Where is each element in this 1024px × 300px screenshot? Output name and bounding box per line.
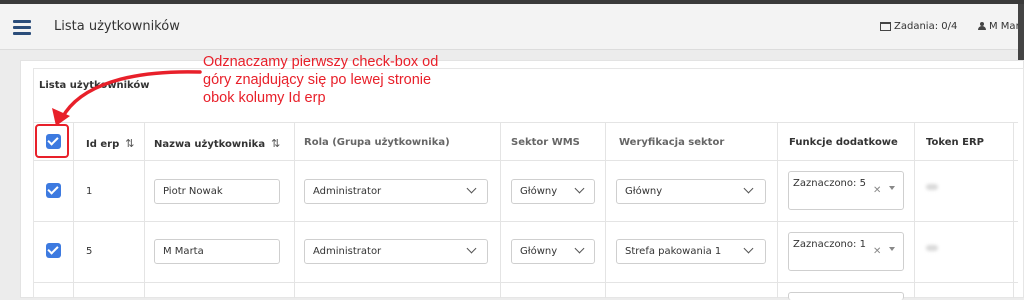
sector-select[interactable]: Główny	[511, 239, 595, 264]
tasks-indicator[interactable]: Zadania: 0/4	[880, 21, 957, 32]
role-select[interactable]: Administrator	[304, 239, 488, 264]
username-input[interactable]: Piotr Nowak	[154, 179, 280, 204]
tray-icon	[880, 21, 891, 31]
row-checkbox[interactable]	[46, 183, 61, 198]
select-all-checkbox[interactable]	[46, 134, 61, 149]
column-header-token: Token ERP	[926, 137, 984, 148]
column-divider	[294, 122, 295, 298]
column-header-sector: Sektor WMS	[511, 137, 580, 148]
functions-multiselect[interactable]: Zaznaczono: 1 ✕	[788, 232, 904, 271]
column-header-id-erp[interactable]: Id erp ⇅	[86, 137, 134, 150]
section-title: Lista użytkowników	[39, 80, 150, 91]
column-divider	[605, 122, 606, 298]
caret-down-icon	[889, 186, 895, 190]
sort-icon[interactable]: ⇅	[271, 137, 280, 150]
column-divider	[777, 122, 778, 298]
row-id: 5	[86, 246, 93, 257]
column-header-functions: Funkcje dodatkowe	[789, 137, 898, 148]
column-divider	[144, 122, 145, 298]
column-divider	[500, 122, 501, 298]
column-divider	[1013, 122, 1014, 298]
column-header-name[interactable]: Nazwa użytkownika ⇅	[154, 137, 280, 150]
sector-select[interactable]: Główny	[511, 179, 595, 204]
tasks-label: Zadania: 0/4	[894, 21, 958, 32]
caret-down-icon	[889, 247, 895, 251]
user-menu[interactable]: M Mart	[978, 21, 1024, 32]
clear-icon[interactable]: ✕	[873, 185, 881, 196]
hamburger-menu-icon[interactable]	[13, 20, 31, 35]
username-input[interactable]: M Marta	[154, 239, 280, 264]
top-bar: Lista użytkowników Zadania: 0/4 M Mart	[0, 0, 1024, 50]
column-divider	[914, 122, 915, 298]
page-title: Lista użytkowników	[54, 19, 180, 34]
functions-multiselect[interactable]: Zaznaczono: 5 ✕	[788, 171, 904, 210]
verification-select[interactable]: Strefa pakowania 1	[616, 239, 766, 264]
row-id: 1	[86, 186, 93, 197]
column-header-role: Rola (Grupa użytkownika)	[304, 137, 450, 148]
functions-multiselect-partial[interactable]	[788, 292, 904, 300]
row-divider	[34, 221, 1018, 222]
row-checkbox[interactable]	[46, 243, 61, 258]
column-divider	[73, 122, 74, 298]
verification-select[interactable]: Główny	[616, 179, 766, 204]
token-value-hidden	[926, 184, 938, 190]
row-divider	[34, 282, 1018, 283]
table-header-bottom-border	[34, 160, 1018, 161]
column-header-verification: Weryfikacja sektor	[619, 137, 725, 148]
role-select[interactable]: Administrator	[304, 179, 488, 204]
token-value-hidden	[926, 245, 938, 251]
table-header-top-border	[34, 122, 1018, 123]
annotation-text: Odznaczamy pierwszy check-box od góry zn…	[203, 54, 439, 106]
user-icon	[978, 22, 986, 30]
sort-icon[interactable]: ⇅	[125, 137, 134, 150]
clear-icon[interactable]: ✕	[873, 246, 881, 257]
